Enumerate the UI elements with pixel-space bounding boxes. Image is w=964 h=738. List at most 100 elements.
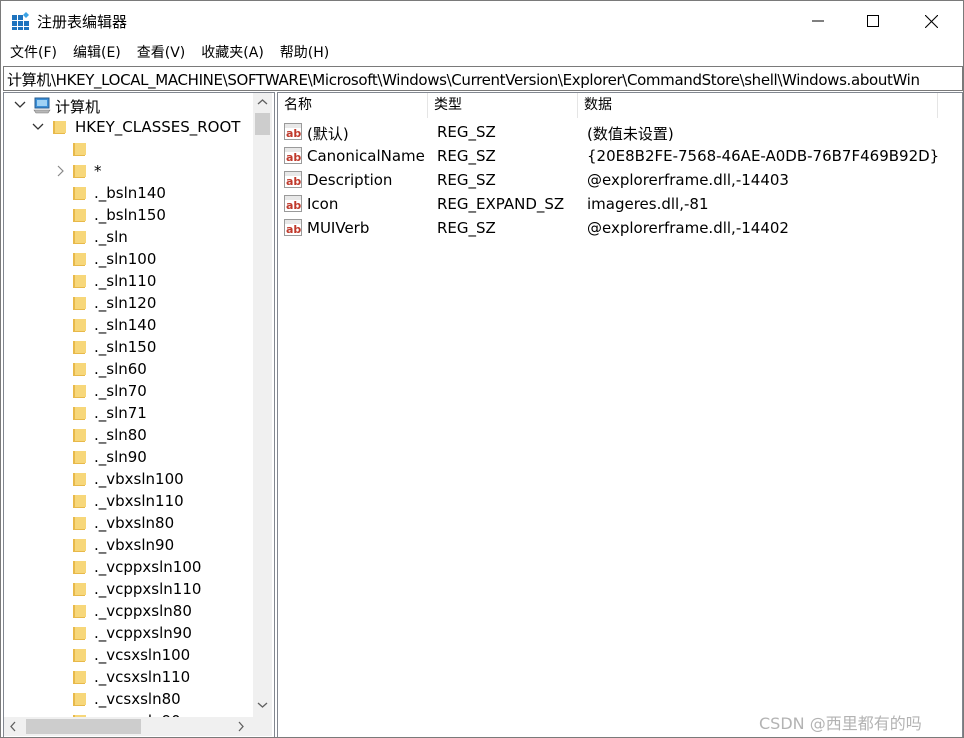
tree-node[interactable]: ._vcsxsln110 [4, 666, 253, 688]
value-name-cell: Icon [307, 195, 339, 213]
key-tree-panel: 计算机 HKEY_CLASSES_ROOT * ._bsln140 ._bsln15… [3, 92, 275, 737]
folder-icon [53, 121, 66, 134]
menu-favorites[interactable]: 收藏夹(A) [193, 42, 272, 62]
minimize-button[interactable] [789, 1, 847, 41]
column-header-name[interactable]: 名称 [278, 93, 428, 118]
tree-node[interactable]: * [4, 160, 253, 182]
regedit-window: 注册表编辑器 文件(F) 编辑(E) 查看(V) 收藏夹(A) 帮助(H) 计算… [0, 0, 964, 738]
tree-node[interactable]: ._bsln150 [4, 204, 253, 226]
close-button[interactable] [902, 1, 960, 41]
folder-icon [73, 363, 86, 376]
tree-node-label: ._vbxsln110 [94, 492, 184, 510]
folder-icon [73, 231, 86, 244]
tree-node-hkcr[interactable]: HKEY_CLASSES_ROOT [4, 116, 253, 138]
menu-file[interactable]: 文件(F) [1, 42, 65, 62]
folder-icon [73, 209, 86, 222]
tree-node[interactable]: ._sln [4, 226, 253, 248]
tree-node[interactable]: ._vcppxsln100 [4, 556, 253, 578]
string-value-icon: ab [284, 123, 302, 140]
tree-node-label: ._sln90 [94, 448, 147, 466]
folder-icon [73, 275, 86, 288]
close-icon [924, 14, 938, 28]
scroll-left-icon[interactable] [8, 721, 19, 732]
folder-icon [73, 187, 86, 200]
chevron-down-icon[interactable] [32, 121, 44, 133]
tree-node[interactable]: ._vcsxsln80 [4, 688, 253, 710]
folder-icon [73, 561, 86, 574]
tree-node[interactable]: ._sln140 [4, 314, 253, 336]
column-header-data[interactable]: 数据 [578, 93, 938, 118]
address-path[interactable]: 计算机\HKEY_LOCAL_MACHINE\SOFTWARE\Microsof… [7, 69, 920, 90]
menu-help[interactable]: 帮助(H) [272, 42, 337, 62]
tree-node[interactable]: ._sln100 [4, 248, 253, 270]
svg-text:ab: ab [286, 151, 301, 164]
tree-node-label: ._vbxsln90 [94, 536, 175, 554]
scroll-down-icon[interactable] [257, 700, 268, 711]
value-row[interactable]: ab Icon REG_EXPAND_SZ imageres.dll,-81 [278, 192, 962, 216]
scroll-right-icon[interactable] [236, 721, 247, 732]
value-row[interactable]: ab (默认) REG_SZ (数值未设置) [278, 120, 962, 144]
menu-edit[interactable]: 编辑(E) [65, 42, 129, 62]
tree-node[interactable] [4, 138, 253, 160]
folder-icon [73, 297, 86, 310]
value-row[interactable]: ab CanonicalName REG_SZ {20E8B2FE-7568-46AE… [278, 144, 962, 168]
folder-icon [73, 165, 86, 178]
tree-node[interactable]: ._vcppxsln110 [4, 578, 253, 600]
value-row[interactable]: ab MUIVerb REG_SZ @explorerframe.dll,-14402 [278, 216, 962, 240]
column-header-type[interactable]: 类型 [428, 93, 578, 118]
tree-node[interactable]: ._vbxsln110 [4, 490, 253, 512]
value-type-cell: REG_SZ [437, 147, 496, 165]
tree-node[interactable]: ._vcppxsln80 [4, 600, 253, 622]
tree-node[interactable]: ._sln110 [4, 270, 253, 292]
string-value-icon: ab [284, 147, 302, 164]
tree-node-label: ._sln100 [94, 250, 157, 268]
string-value-icon: ab [284, 171, 302, 188]
scrollbar-corner [253, 717, 272, 736]
tree-node[interactable]: ._vcppxsln90 [4, 622, 253, 644]
chevron-down-icon[interactable] [14, 99, 26, 111]
tree-node-label: ._sln110 [94, 272, 157, 290]
tree-node-label: ._sln70 [94, 382, 147, 400]
chevron-right-icon[interactable] [54, 165, 66, 177]
folder-icon [73, 539, 86, 552]
tree-horizontal-scrollbar[interactable] [4, 717, 253, 736]
tree-node[interactable]: ._sln80 [4, 424, 253, 446]
string-value-icon: ab [284, 219, 302, 236]
tree-label-hkcr: HKEY_CLASSES_ROOT [75, 118, 241, 136]
value-name-cell: Description [307, 171, 393, 189]
tree-node[interactable]: ._vcsxsln90 [4, 710, 253, 717]
title-bar: 注册表编辑器 [1, 1, 963, 41]
value-name-cell: MUIVerb [307, 219, 370, 237]
scroll-up-icon[interactable] [257, 97, 268, 108]
folder-icon [73, 319, 86, 332]
value-row[interactable]: ab Description REG_SZ @explorerframe.dll,-1… [278, 168, 962, 192]
value-data-cell: (数值未设置) [587, 125, 674, 143]
tree-node[interactable]: ._sln60 [4, 358, 253, 380]
tree-node[interactable]: ._vbxsln80 [4, 512, 253, 534]
tree-node[interactable]: ._vbxsln100 [4, 468, 253, 490]
tree-node[interactable]: ._vbxsln90 [4, 534, 253, 556]
tree-node[interactable]: ._sln150 [4, 336, 253, 358]
tree-vscroll-thumb[interactable] [255, 113, 270, 135]
string-value-icon: ab [284, 195, 302, 212]
value-type-cell: REG_EXPAND_SZ [437, 195, 565, 213]
menu-view[interactable]: 查看(V) [129, 42, 194, 62]
value-type-cell: REG_SZ [437, 219, 496, 237]
values-panel: 名称 类型 数据 ab (默认) REG_SZ (数值未设置) ab CanonicalN… [277, 92, 963, 737]
tree-hscroll-thumb[interactable] [26, 719, 141, 734]
tree-node[interactable]: ._vcsxsln100 [4, 644, 253, 666]
tree-node[interactable]: ._sln70 [4, 380, 253, 402]
tree-vertical-scrollbar[interactable] [253, 93, 272, 717]
tree-node[interactable]: ._sln90 [4, 446, 253, 468]
maximize-button[interactable] [844, 1, 902, 41]
tree-node[interactable]: ._sln120 [4, 292, 253, 314]
folder-icon [73, 649, 86, 662]
address-bar[interactable]: 计算机\HKEY_LOCAL_MACHINE\SOFTWARE\Microsof… [3, 66, 963, 91]
folder-icon [73, 605, 86, 618]
tree-node-label: ._sln80 [94, 426, 147, 444]
tree-node-label: ._vbxsln80 [94, 514, 175, 532]
tree-node[interactable]: ._sln71 [4, 402, 253, 424]
tree-node-label: ._sln150 [94, 338, 157, 356]
tree-node-computer[interactable]: 计算机 [4, 94, 253, 116]
tree-node[interactable]: ._bsln140 [4, 182, 253, 204]
